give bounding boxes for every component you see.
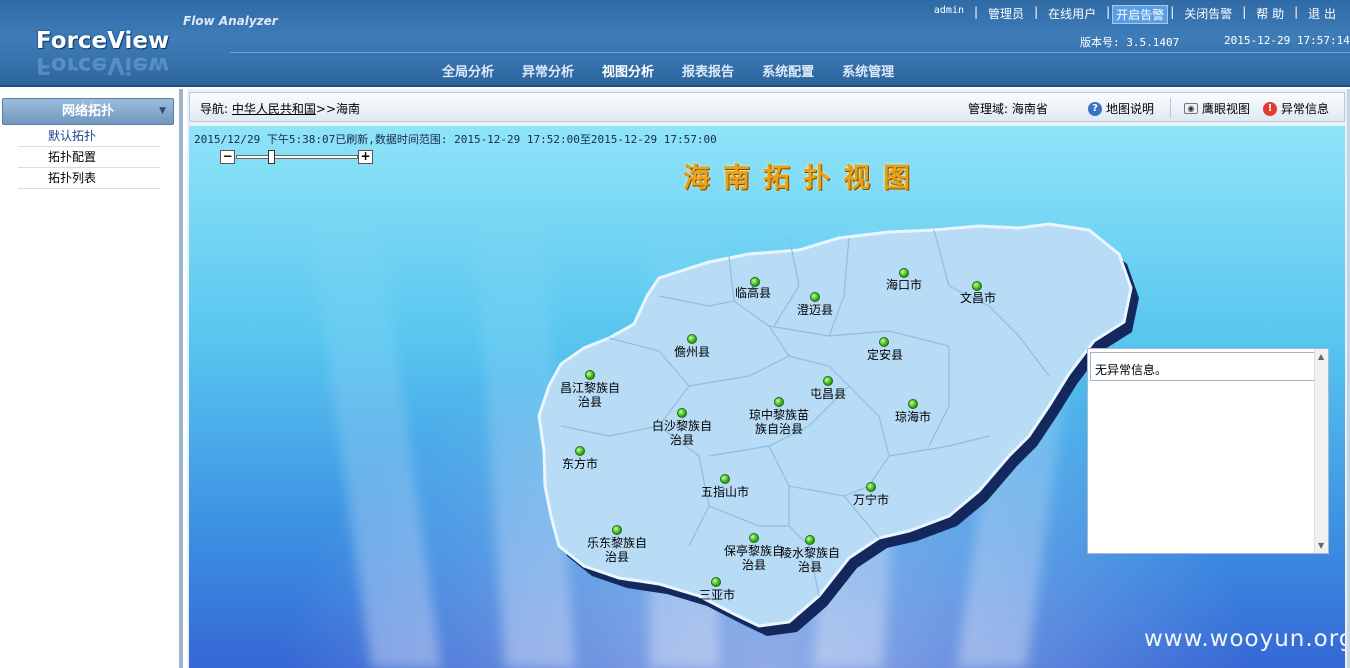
divider: | xyxy=(1294,5,1299,19)
product-subtitle: Flow Analyzer xyxy=(183,14,278,28)
status-ok-icon[interactable] xyxy=(972,281,982,291)
logo-reflection: ForceView xyxy=(36,52,170,78)
city-wuzhishan[interactable]: 五指山市 xyxy=(701,485,749,499)
eye-icon: ◉ xyxy=(1184,103,1198,114)
clock: 2015-12-29 17:57:14 xyxy=(1224,34,1350,47)
map-help-label: 地图说明 xyxy=(1106,102,1155,116)
triangle-down-icon: ▼ xyxy=(159,106,166,116)
divider: | xyxy=(1034,5,1039,19)
breadcrumb-label: 导航: xyxy=(200,102,229,116)
topology-map[interactable]: 2015/12/29 下午5:38:07已刷新,数据时间范围: 2015-12-… xyxy=(189,126,1345,668)
disable-alarm-link[interactable]: 关闭告警 xyxy=(1176,5,1240,24)
city-danzhou[interactable]: 儋州县 xyxy=(674,345,710,359)
city-wenchang[interactable]: 文昌市 xyxy=(960,291,996,305)
forceview-logo: ForceView xyxy=(36,28,170,54)
help-link[interactable]: 帮 助 xyxy=(1248,5,1292,24)
alerts-panel: 无异常信息。 ▲ ▼ xyxy=(1087,348,1329,554)
status-ok-icon[interactable] xyxy=(899,268,909,278)
enable-alarm-link[interactable]: 开启告警 xyxy=(1112,5,1169,24)
status-ok-icon[interactable] xyxy=(575,446,585,456)
status-ok-icon[interactable] xyxy=(711,577,721,587)
admin-link[interactable]: 管理员 xyxy=(980,5,1032,24)
city-haikou[interactable]: 海口市 xyxy=(886,278,922,292)
sidebar-item-default-topology[interactable]: 默认拓扑 xyxy=(18,126,160,147)
status-ok-icon[interactable] xyxy=(823,376,833,386)
eagle-view-button[interactable]: ◉ 鹰眼视图 xyxy=(1184,100,1250,117)
main-nav: 全局分析 异常分析 视图分析 报表报告 系统配置 系统管理 xyxy=(442,61,922,80)
sidebar-section-title: 网络拓扑 xyxy=(61,104,114,119)
header-divider xyxy=(230,52,1350,53)
app-header: ForceView ForceView Flow Analyzer admin … xyxy=(0,0,1350,87)
status-ok-icon[interactable] xyxy=(677,408,687,418)
city-lingao[interactable]: 临高县 xyxy=(735,286,771,300)
management-domain: 管理域: 海南省 xyxy=(968,102,1048,116)
breadcrumb-bar: 导航: 中华人民共和国>>海南 管理域: 海南省 ? 地图说明 ◉ 鹰眼视图 !… xyxy=(189,92,1345,122)
status-ok-icon[interactable] xyxy=(866,482,876,492)
city-dongfang[interactable]: 东方市 xyxy=(562,457,598,471)
toolbar-divider xyxy=(1170,98,1171,118)
question-icon: ? xyxy=(1088,101,1102,116)
city-sanya[interactable]: 三亚市 xyxy=(699,588,735,602)
city-dingan[interactable]: 定安县 xyxy=(867,348,903,362)
status-ok-icon[interactable] xyxy=(720,474,730,484)
sidebar-item-topology-list[interactable]: 拓扑列表 xyxy=(18,168,160,189)
map-help-button[interactable]: ? 地图说明 xyxy=(1088,100,1154,117)
sidebar-item-topology-config[interactable]: 拓扑配置 xyxy=(18,147,160,168)
status-ok-icon[interactable] xyxy=(774,397,784,407)
current-user: admin xyxy=(933,5,964,16)
nav-system-admin[interactable]: 系统管理 xyxy=(842,61,894,80)
sidebar: 网络拓扑 ▼ 默认拓扑 拓扑配置 拓扑列表 xyxy=(0,89,183,668)
city-qionghai[interactable]: 琼海市 xyxy=(895,410,931,424)
scroll-down-icon[interactable]: ▼ xyxy=(1318,541,1324,550)
city-baoting[interactable]: 保亭黎族自 治县 xyxy=(724,544,784,572)
divider: | xyxy=(1170,5,1175,19)
divider: | xyxy=(1106,5,1111,19)
nav-anomaly-analysis[interactable]: 异常分析 xyxy=(522,61,574,80)
alerts-scrollbar[interactable]: ▲ ▼ xyxy=(1314,349,1328,553)
city-ledong[interactable]: 乐东黎族自 治县 xyxy=(587,536,647,564)
version-label: 版本号: 3.5.1407 xyxy=(1080,36,1180,49)
city-qiongzhong[interactable]: 琼中黎族苗 族自治县 xyxy=(749,408,809,436)
status-ok-icon[interactable] xyxy=(805,535,815,545)
breadcrumb: 导航: 中华人民共和国>>海南 xyxy=(200,100,360,117)
eagle-view-label: 鹰眼视图 xyxy=(1202,102,1251,116)
status-ok-icon[interactable] xyxy=(810,292,820,302)
city-lingshui[interactable]: 陵水黎族自 治县 xyxy=(780,546,840,574)
online-users-link[interactable]: 在线用户 xyxy=(1040,5,1104,24)
status-ok-icon[interactable] xyxy=(612,525,622,535)
status-ok-icon[interactable] xyxy=(687,334,697,344)
city-changjiang[interactable]: 昌江黎族自 治县 xyxy=(560,381,620,409)
city-chengmai[interactable]: 澄迈县 xyxy=(797,303,833,317)
divider: | xyxy=(974,5,979,19)
status-ok-icon[interactable] xyxy=(749,533,759,543)
nav-reports[interactable]: 报表报告 xyxy=(682,61,734,80)
alert-info-button[interactable]: ! 异常信息 xyxy=(1263,100,1329,117)
watermark: www.wooyun.org xyxy=(1144,626,1345,652)
city-wanning[interactable]: 万宁市 xyxy=(853,493,889,507)
status-ok-icon[interactable] xyxy=(908,399,918,409)
breadcrumb-link-china[interactable]: 中华人民共和国 xyxy=(232,102,316,116)
content-area: 导航: 中华人民共和国>>海南 管理域: 海南省 ? 地图说明 ◉ 鹰眼视图 !… xyxy=(187,89,1350,668)
nav-system-config[interactable]: 系统配置 xyxy=(762,61,814,80)
warning-icon: ! xyxy=(1263,101,1277,116)
status-ok-icon[interactable] xyxy=(585,370,595,380)
breadcrumb-current: >>海南 xyxy=(315,102,361,116)
top-links: admin | 管理员 | 在线用户 | 开启告警 | 关闭告警 | 帮 助 |… xyxy=(926,5,1344,24)
city-tunchang[interactable]: 屯昌县 xyxy=(810,387,846,401)
logout-link[interactable]: 退 出 xyxy=(1300,5,1344,24)
alert-message: 无异常信息。 xyxy=(1090,352,1323,381)
status-ok-icon[interactable] xyxy=(879,337,889,347)
scroll-up-icon[interactable]: ▲ xyxy=(1318,352,1324,361)
sidebar-section-header[interactable]: 网络拓扑 ▼ xyxy=(2,98,174,125)
nav-view-analysis[interactable]: 视图分析 xyxy=(602,61,654,80)
alert-info-label: 异常信息 xyxy=(1281,102,1330,116)
city-baisha[interactable]: 白沙黎族自 治县 xyxy=(652,419,712,447)
divider: | xyxy=(1242,5,1247,19)
nav-global-analysis[interactable]: 全局分析 xyxy=(442,61,494,80)
